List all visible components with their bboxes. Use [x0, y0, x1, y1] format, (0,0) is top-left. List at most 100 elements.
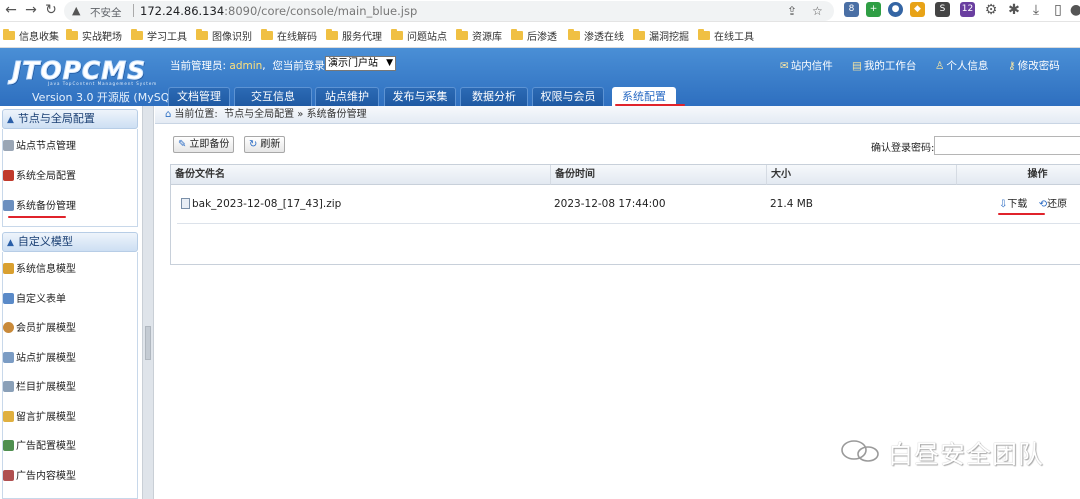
bookmark-item[interactable]: 在线解码: [261, 28, 317, 43]
folder-icon: [568, 29, 580, 40]
forward-icon[interactable]: →: [23, 2, 39, 18]
bookmark-item[interactable]: 后渗透: [511, 28, 557, 43]
site-select[interactable]: 演示门户站 ▼: [325, 56, 396, 71]
sidebar-item-member-model[interactable]: 会员扩展模型: [3, 317, 139, 341]
column-header: 操作: [957, 165, 1080, 185]
group-panel-models: 系统信息模型 自定义表单 会员扩展模型 站点扩展模型 栏目扩展模型 留言扩展模型…: [2, 252, 138, 499]
bookmark-item[interactable]: 信息收集: [3, 28, 59, 43]
table-cell-file[interactable]: bak_2023-12-08_[17_43].zip: [177, 185, 551, 224]
back-icon[interactable]: ←: [3, 2, 19, 18]
extension-icon[interactable]: S: [935, 2, 950, 17]
bookmark-item[interactable]: 在线工具: [698, 28, 754, 43]
warning-icon: ▲: [72, 4, 81, 17]
bookmark-item[interactable]: 渗透在线: [568, 28, 624, 43]
refresh-icon: ↻: [249, 139, 258, 150]
insecure-label: 不安全: [90, 7, 122, 19]
backup-now-button[interactable]: ✎ 立即备份: [173, 136, 235, 153]
node-icon: [3, 140, 14, 151]
bookmark-item[interactable]: 问题站点: [391, 28, 447, 43]
sidebar-item-custom-form[interactable]: 自定义表单: [3, 288, 139, 312]
browser-toolbar: ← → ↻ ▲ 不安全 172.24.86.134:8090/core/cons…: [0, 0, 1080, 22]
highlight-underline: [998, 213, 1045, 215]
tab-documents[interactable]: 文档管理: [168, 87, 230, 106]
sidebar-item-ad-content[interactable]: 广告内容模型: [3, 465, 139, 489]
table-cell-actions: ⇩下载 ⟲还原: [957, 185, 1080, 224]
sidebar-item-site-model[interactable]: 站点扩展模型: [3, 347, 139, 371]
wechat-logo-icon: [841, 440, 879, 462]
tab-permissions[interactable]: 权限与会员: [532, 87, 604, 106]
bookmark-item[interactable]: 学习工具: [131, 28, 187, 43]
sidebar: ▲ 节点与全局配置 站点节点管理 系统全局配置 系统备份管理 ▲ 自定义模型 系统信…: [0, 106, 141, 499]
bookmark-item[interactable]: 资源库: [456, 28, 502, 43]
refresh-button[interactable]: ↻ 刷新: [244, 136, 286, 153]
sidepanel-icon[interactable]: ▯: [1050, 2, 1066, 18]
bookmark-item[interactable]: 实战靶场: [66, 28, 122, 43]
highlight-underline: [8, 216, 66, 218]
url-text[interactable]: 172.24.86.134:8090/core/console/main_blu…: [140, 4, 417, 18]
chevron-up-icon: ▲: [7, 115, 14, 125]
extension-icon[interactable]: 12: [960, 2, 975, 17]
column-icon: [3, 381, 14, 392]
group-header-models[interactable]: ▲ 自定义模型: [2, 232, 138, 252]
address-bar[interactable]: ▲ 不安全 172.24.86.134:8090/core/console/ma…: [64, 1, 834, 21]
breadcrumb: ⌂ 当前位置: 节点与全局配置 » 系统备份管理: [155, 106, 1080, 124]
column-header: 大小: [767, 165, 957, 185]
tab-publish[interactable]: 发布与采集: [384, 87, 456, 106]
globe-icon[interactable]: ●: [888, 2, 903, 17]
top-link-messages[interactable]: ✉ 站内信件: [780, 58, 833, 73]
group-panel-config: 站点节点管理 系统全局配置 系统备份管理: [2, 129, 138, 227]
sidebar-item-site-nodes[interactable]: 站点节点管理: [3, 135, 139, 159]
mail-icon: ✉: [780, 60, 789, 72]
folder-icon: [66, 29, 78, 40]
tab-interaction[interactable]: 交互信息: [234, 87, 312, 106]
sidebar-item-message-model[interactable]: 留言扩展模型: [3, 406, 139, 430]
file-icon: [181, 198, 190, 209]
folder-icon: [3, 29, 15, 40]
top-link-password[interactable]: ⚷ 修改密码: [1008, 58, 1060, 73]
pen-icon: ✎: [178, 139, 187, 150]
folder-icon: [633, 29, 645, 40]
folder-icon: [511, 29, 523, 40]
password-label: 确认登录密码:: [871, 143, 935, 154]
profile-icon[interactable]: ●: [1068, 2, 1080, 18]
extension-icon[interactable]: 8: [844, 2, 859, 17]
extension-icon[interactable]: +: [866, 2, 881, 17]
download-link[interactable]: ⇩下载: [999, 199, 1027, 210]
site-icon: [3, 352, 14, 363]
star-icon[interactable]: ☆: [812, 4, 823, 18]
folder-icon: [456, 29, 468, 40]
top-link-workbench[interactable]: ▤ 我的工作台: [852, 58, 916, 73]
sidebar-item-global-config[interactable]: 系统全局配置: [3, 165, 139, 189]
settings-icon[interactable]: ⚙: [983, 2, 999, 18]
version-label: Version 3.0 开源版 (MySQL): [32, 91, 180, 104]
tab-analytics[interactable]: 数据分析: [460, 87, 528, 106]
puzzle-icon[interactable]: ✱: [1006, 2, 1022, 18]
extension-icon[interactable]: ◆: [910, 2, 925, 17]
password-input[interactable]: [934, 136, 1080, 155]
collapse-handle[interactable]: [145, 326, 151, 360]
bookmark-item[interactable]: 漏洞挖掘: [633, 28, 689, 43]
folder-icon: [698, 29, 710, 40]
restore-link[interactable]: ⟲还原: [1039, 199, 1067, 210]
sidebar-item-column-model[interactable]: 栏目扩展模型: [3, 376, 139, 400]
logo-subtitle: Java TopContent Management System: [48, 81, 158, 86]
folder-icon: [261, 29, 273, 40]
app-root: ← → ↻ ▲ 不安全 172.24.86.134:8090/core/cons…: [0, 0, 1080, 499]
share-icon[interactable]: ⇪: [787, 4, 797, 18]
group-header-config[interactable]: ▲ 节点与全局配置: [2, 109, 138, 129]
top-link-profile[interactable]: ♙ 个人信息: [935, 58, 988, 73]
ad-content-icon: [3, 470, 14, 481]
model-icon: [3, 263, 14, 274]
sidebar-item-info-model[interactable]: 系统信息模型: [3, 258, 139, 282]
sidebar-item-ad-config[interactable]: 广告配置模型: [3, 435, 139, 459]
home-icon: ⌂: [165, 109, 172, 120]
bookmark-item[interactable]: 服务代理: [326, 28, 382, 43]
folder-icon: [326, 29, 338, 40]
monitor-icon: ▤: [852, 60, 862, 72]
tab-site[interactable]: 站点维护: [315, 87, 379, 106]
bookmark-item[interactable]: 图像识别: [196, 28, 252, 43]
folder-icon: [131, 29, 143, 40]
sidebar-splitter[interactable]: [142, 106, 154, 499]
download-icon[interactable]: ⤓: [1028, 2, 1044, 18]
reload-icon[interactable]: ↻: [43, 2, 59, 18]
